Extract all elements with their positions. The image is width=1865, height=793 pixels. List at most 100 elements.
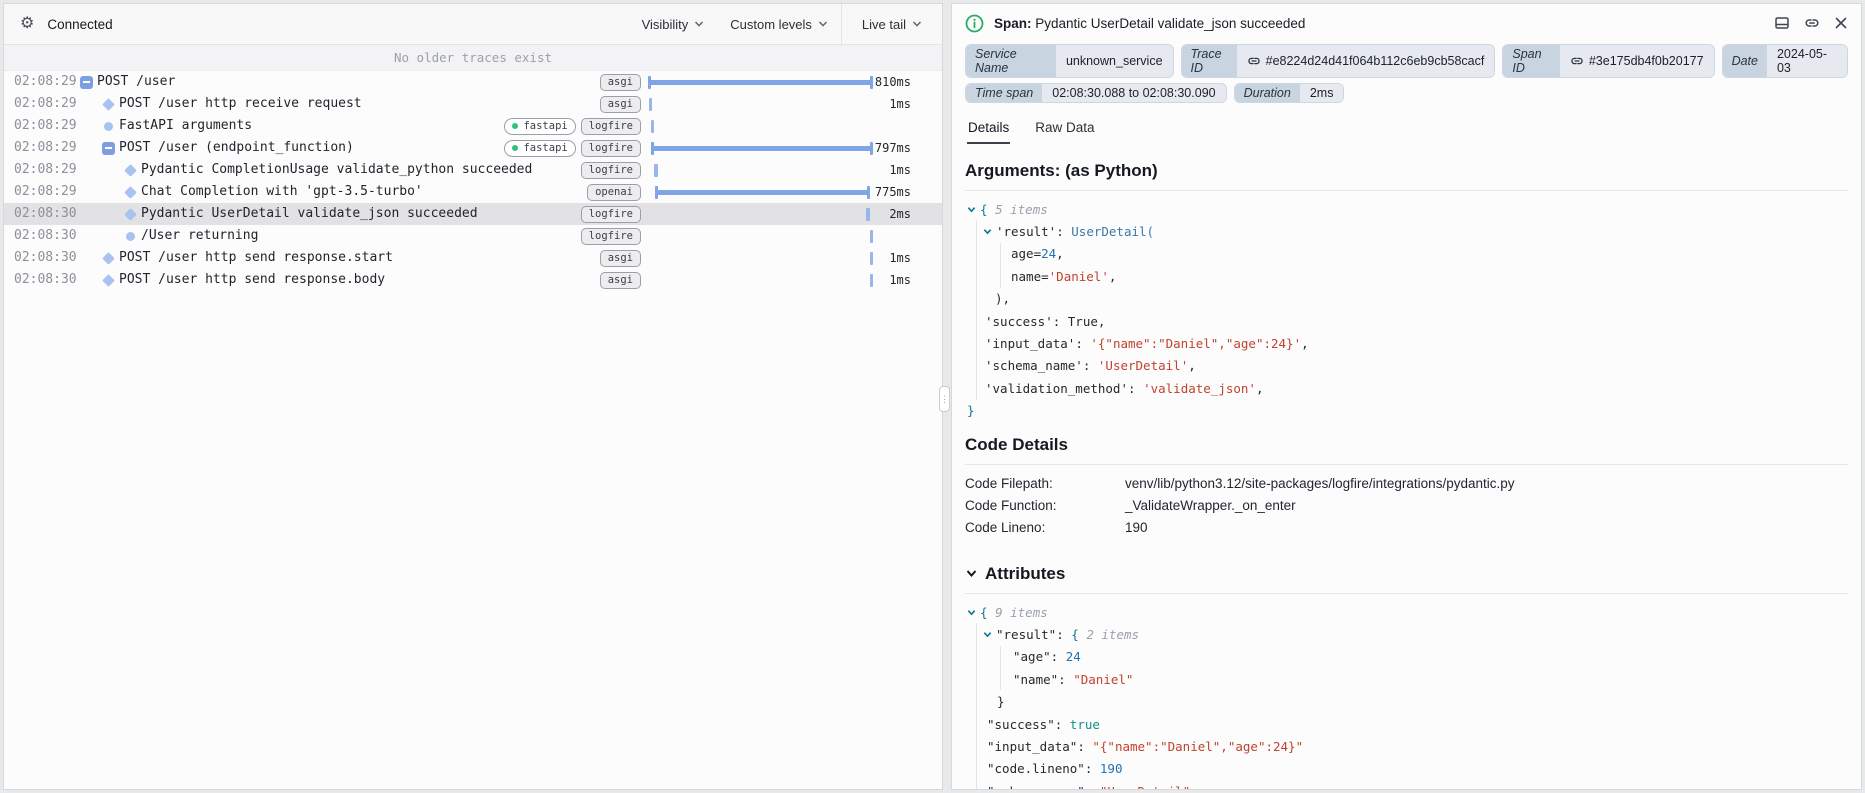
span-detail-panel: Span: Pydantic UserDetail validate_json …: [951, 3, 1862, 790]
code-line: name= 'Daniel',: [965, 265, 1848, 288]
diamond-icon[interactable]: [124, 185, 137, 199]
trace-time: 02:08:30: [14, 206, 77, 221]
info-icon: [965, 14, 984, 33]
code-token: 'validate_json': [1143, 380, 1256, 396]
meta-badge-trace-id[interactable]: Trace ID #e8224d24d41f064b112c6eb9cb58cac…: [1180, 44, 1496, 78]
trace-row[interactable]: 02:08:30 POST /user http send response.st…: [4, 247, 942, 269]
indent-guide: [976, 332, 977, 355]
trace-row[interactable]: 02:08:29 Pydantic CompletionUsage validat…: [4, 159, 942, 181]
trace-row[interactable]: 02:08:30/User returning logfire: [4, 225, 942, 247]
code-token: :: [1075, 336, 1091, 352]
trace-duration: 810ms: [874, 75, 911, 89]
circle-icon[interactable]: [126, 231, 135, 241]
trace-row[interactable]: 02:08:29 POST /user (endpoint_function) fa…: [4, 137, 942, 159]
duration-bar-track: [649, 247, 877, 269]
trace-label: POST /user http receive request: [119, 96, 362, 111]
badge-label: asgi: [607, 75, 633, 88]
code-token: 'schema_name': [985, 358, 1083, 374]
split-panel-icon[interactable]: [1774, 15, 1790, 31]
trace-badges: logfire: [580, 225, 641, 247]
code-token: ,: [1108, 268, 1117, 284]
diamond-icon[interactable]: [102, 97, 115, 111]
code-token: "UserDetail": [1100, 784, 1190, 789]
indent-guide: [1000, 645, 1001, 669]
diamond-icon[interactable]: [124, 207, 137, 221]
collapse-chevron-icon[interactable]: [983, 227, 992, 236]
asgi-badge: asgi: [599, 271, 641, 289]
meta-badge-time-span: Time span 02:08:30.088 to 02:08:30.090: [965, 83, 1227, 103]
code-token: 5 items: [995, 201, 1048, 217]
collapse-chevron-icon[interactable]: [967, 205, 976, 214]
diamond-icon[interactable]: [124, 163, 137, 177]
code-line: 'schema_name': 'UserDetail',: [965, 354, 1848, 378]
trace-row[interactable]: 02:08:29 POST /user asgi 810ms: [4, 71, 942, 93]
span-name: Pydantic UserDetail validate_json succee…: [1035, 15, 1306, 31]
duration-bar: [648, 75, 873, 89]
trace-row[interactable]: 02:08:29 FastAPI arguments fastapi logfire: [4, 115, 942, 137]
diamond-icon[interactable]: [102, 273, 115, 287]
trace-duration: 1ms: [889, 273, 911, 287]
code-token: 9 items: [995, 604, 1048, 620]
badge-label: asgi: [607, 273, 633, 286]
trace-row[interactable]: 02:08:29 POST /user http receive request a…: [4, 93, 942, 115]
gear-icon[interactable]: ⚙: [20, 16, 34, 32]
collapse-chevron-icon[interactable]: [965, 567, 978, 580]
code-token: :: [1056, 626, 1072, 642]
link-icon: [1570, 54, 1584, 68]
duration-bar-track: [649, 115, 877, 137]
fastapi-badge: fastapi: [504, 139, 576, 157]
code-token: ,: [1301, 336, 1309, 352]
code-token: ,: [1255, 380, 1264, 396]
duration-bar: [655, 185, 870, 199]
code-token: '{"name":"Daniel","age":24}': [1090, 336, 1302, 352]
visibility-dropdown[interactable]: Visibility: [629, 4, 718, 44]
meta-badge-span-id[interactable]: Span ID #3e175db4f0b20177: [1502, 44, 1715, 78]
code-detail-row: Code Lineno: 190: [965, 517, 1848, 539]
tab-raw-data[interactable]: Raw Data: [1034, 116, 1095, 144]
trace-panel-header: ⚙ Connected Visibility Custom levels Liv…: [4, 4, 942, 45]
code-token: "result": [996, 626, 1057, 642]
trace-panel: ⚙ Connected Visibility Custom levels Liv…: [3, 3, 943, 790]
meta-badge-label: Span ID: [1503, 45, 1560, 77]
trace-row[interactable]: 02:08:29 Chat Completion with 'gpt-3.5-tu…: [4, 181, 942, 203]
attributes-code-block: { 9 items "result": { 2 items "age": 24 "na…: [965, 601, 1848, 789]
panel-resize-handle[interactable]: ⋮: [939, 386, 950, 412]
trace-time: 02:08:30: [14, 228, 77, 243]
indent-guide: [976, 265, 977, 288]
collapse-chevron-icon[interactable]: [983, 630, 992, 639]
code-token: :: [1082, 358, 1098, 374]
collapse-chevron-icon[interactable]: [967, 608, 976, 617]
trace-row[interactable]: 02:08:30 POST /user http send response.bo…: [4, 269, 942, 291]
code-detail-label: Code Filepath:: [965, 476, 1053, 492]
badge-label: fastapi: [523, 119, 568, 132]
minus-square-icon[interactable]: [102, 141, 115, 155]
code-token: {: [1071, 626, 1087, 642]
indent-guide: [976, 242, 977, 266]
attributes-heading-row[interactable]: Attributes: [965, 564, 1848, 584]
minus-square-icon[interactable]: [80, 75, 93, 89]
code-detail-value: venv/lib/python3.12/site-packages/logfir…: [1125, 476, 1515, 492]
trace-badges: asgi: [599, 269, 641, 291]
code-token: 190: [1099, 761, 1123, 777]
trace-time: 02:08:29: [14, 140, 77, 155]
duration-bar-track: [649, 269, 877, 291]
diamond-icon[interactable]: [102, 251, 115, 265]
visibility-label: Visibility: [641, 16, 689, 32]
duration-bar: [866, 207, 870, 221]
close-icon[interactable]: [1834, 16, 1848, 30]
meta-value-text: 02:08:30.088 to 02:08:30.090: [1052, 86, 1216, 100]
circle-icon[interactable]: [104, 121, 113, 131]
copy-link-icon[interactable]: [1804, 15, 1820, 31]
tab-details[interactable]: Details: [967, 116, 1011, 144]
trace-row[interactable]: 02:08:30 Pydantic UserDetail validate_jso…: [4, 203, 942, 225]
live-tail-dropdown[interactable]: Live tail: [840, 4, 942, 44]
duration-bar-track: [649, 181, 877, 203]
divider: [965, 592, 1848, 594]
arguments-heading: Arguments: (as Python): [965, 161, 1158, 180]
code-token: {: [980, 604, 996, 620]
custom-levels-dropdown[interactable]: Custom levels: [717, 4, 841, 44]
code-token: 'validation_method': [985, 380, 1128, 396]
trace-duration: 1ms: [889, 97, 911, 111]
badge-label: logfire: [588, 163, 633, 176]
badge-label: asgi: [607, 251, 633, 264]
